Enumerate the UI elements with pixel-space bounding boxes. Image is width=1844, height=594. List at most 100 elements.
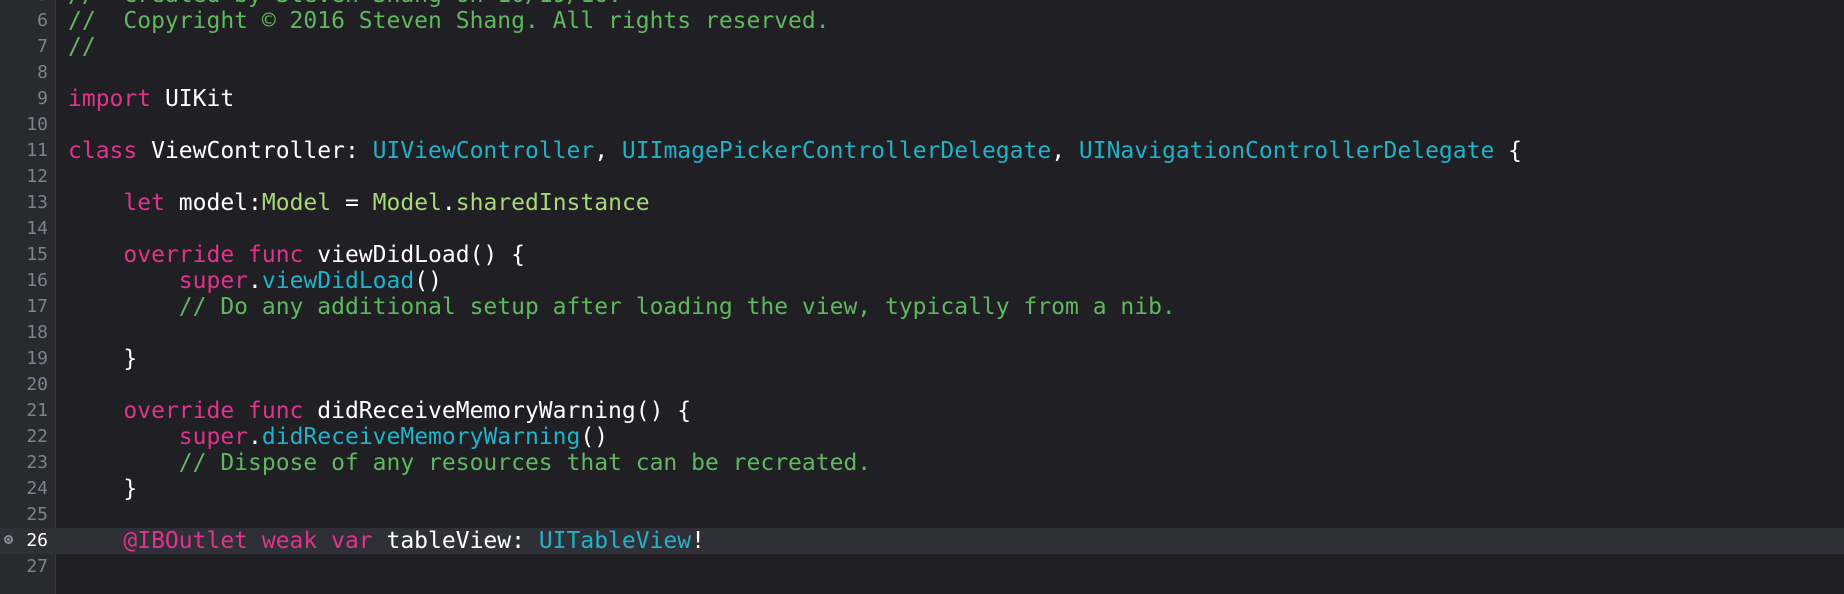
code-text[interactable]: import UIKit [68,86,234,112]
line-number: 21 [26,400,48,421]
code-token: { [1494,138,1523,164]
code-token: // Created by Steven Shang on 10/19/16. [68,0,622,8]
line-number: 16 [26,270,48,291]
line-number: 15 [26,244,48,265]
code-token: () [414,268,442,294]
code-line[interactable]: 6 // Copyright © 2016 Steven Shang. All r… [0,8,1844,34]
code-line[interactable]: 20 [0,372,1844,398]
line-number: 20 [26,374,48,395]
code-token: model: [164,190,262,216]
code-line[interactable]: 17 // Do any additional setup after load… [0,294,1844,320]
code-line[interactable]: 16 super.viewDidLoad() [0,268,1844,294]
code-text[interactable]: override func viewDidLoad() { [68,242,525,268]
code-token: // Do any additional setup after loading… [68,294,1176,320]
code-text[interactable]: class ViewController: UIViewController, … [68,138,1522,164]
code-text[interactable]: // Copyright © 2016 Steven Shang. All ri… [68,8,830,34]
code-line[interactable]: 14 [0,216,1844,242]
code-token: UITableView [538,528,692,554]
code-token: viewDidLoad [261,268,415,294]
code-token: = [331,190,373,216]
code-line[interactable]: 25 [0,502,1844,528]
line-number: 10 [26,114,48,135]
code-line[interactable]: 5 // Created by Steven Shang on 10/19/16. [0,0,1844,8]
code-line[interactable]: 24 } [0,476,1844,502]
code-line[interactable]: 12 [0,164,1844,190]
code-text[interactable]: // [68,34,96,60]
code-token: } [68,346,138,372]
code-token: } [68,476,138,502]
line-number: 8 [37,62,48,83]
code-line[interactable]: 13 let model:Model = Model.sharedInstanc… [0,190,1844,216]
code-token: // [68,34,96,60]
code-token: override func [123,398,304,424]
code-token: UIKit [151,86,235,112]
code-lines[interactable]: 5 // Created by Steven Shang on 10/19/16.… [0,0,1844,580]
code-token: viewDidLoad() { [303,242,525,268]
line-number: 19 [26,348,48,369]
line-number: 5 [0,0,48,8]
code-text[interactable]: let model:Model = Model.sharedInstance [68,190,649,216]
code-token: didReceiveMemoryWarning [261,424,581,450]
line-number: 23 [26,452,48,473]
code-token: UIImagePickerControllerDelegate [621,138,1052,164]
code-token: tableView: [372,528,539,554]
code-line[interactable]: 9 import UIKit [0,86,1844,112]
code-text[interactable]: // Do any additional setup after loading… [68,294,1176,320]
source-editor[interactable]: 5 // Created by Steven Shang on 10/19/16.… [0,0,1844,594]
code-line[interactable]: 19 } [0,346,1844,372]
line-number: 27 [26,556,48,577]
code-text[interactable]: super.viewDidLoad() [68,268,442,294]
code-line[interactable]: 10 [0,112,1844,138]
code-token: , [1051,138,1079,164]
code-text[interactable]: // Created by Steven Shang on 10/19/16. [68,0,622,8]
code-token: // Dispose of any resources that can be … [68,450,872,476]
line-number: 26 [26,530,48,551]
code-token: . [248,268,262,294]
code-token: weak var [248,528,373,554]
code-token: UIViewController [372,138,595,164]
line-number: 9 [37,88,48,109]
line-number: 25 [26,504,48,525]
code-line[interactable]: 22 super.didReceiveMemoryWarning() [0,424,1844,450]
code-text[interactable]: // Dispose of any resources that can be … [68,450,871,476]
code-token: // Copyright © 2016 Steven Shang. All ri… [68,8,830,34]
code-token: let [123,190,165,216]
code-token: super [178,268,249,294]
code-text[interactable]: } [68,346,137,372]
line-number: 24 [26,478,48,499]
line-number: 17 [26,296,48,317]
code-line[interactable]: 15 override func viewDidLoad() { [0,242,1844,268]
code-token: super [178,424,249,450]
code-token: , [594,138,622,164]
line-number: 6 [37,10,48,31]
code-text[interactable]: override func didReceiveMemoryWarning() … [68,398,691,424]
code-line[interactable]: 8 [0,60,1844,86]
code-text[interactable]: @IBOutlet weak var tableView: UITableVie… [68,528,705,554]
line-number: 11 [26,140,48,161]
line-number: 14 [26,218,48,239]
code-token: UINavigationControllerDelegate [1078,138,1495,164]
code-line[interactable]: 27 [0,554,1844,580]
code-line[interactable]: 23 // Dispose of any resources that can … [0,450,1844,476]
code-line[interactable]: 7 // [0,34,1844,60]
code-line[interactable]: 11 class ViewController: UIViewController… [0,138,1844,164]
code-text[interactable]: super.didReceiveMemoryWarning() [68,424,608,450]
line-number: 18 [26,322,48,343]
code-text[interactable]: } [68,476,137,502]
code-token: override func [123,242,304,268]
code-token: . [248,424,262,450]
code-token: didReceiveMemoryWarning() { [303,398,692,424]
code-line-current[interactable]: 26 @IBOutlet weak var tableView: UITable… [0,528,1844,554]
code-token: Model [261,190,332,216]
line-number: 13 [26,192,48,213]
code-line[interactable]: 21 override func didReceiveMemoryWarning… [0,398,1844,424]
code-token: import [68,86,152,112]
code-line[interactable]: 18 [0,320,1844,346]
line-number: 22 [26,426,48,447]
code-token: class [68,138,138,164]
